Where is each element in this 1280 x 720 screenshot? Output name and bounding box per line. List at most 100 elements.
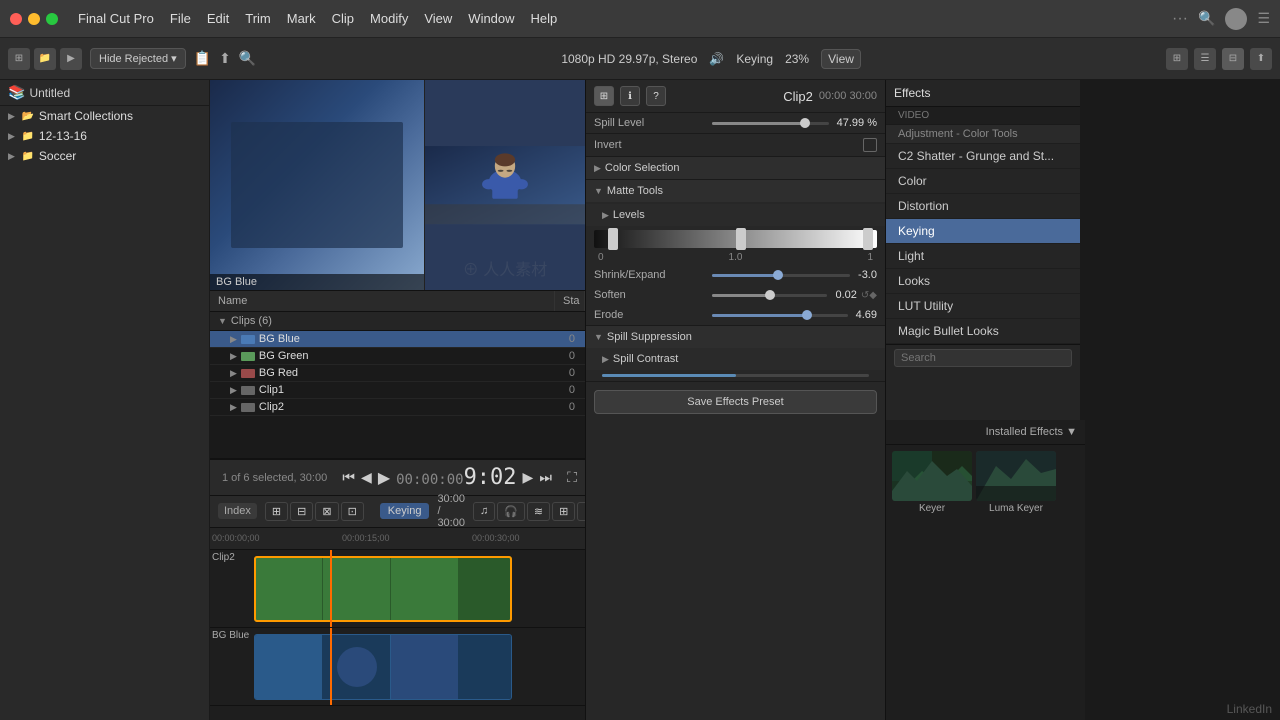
thumb-luma-keyer[interactable]: Luma Keyer [976,451,1056,514]
matte-tools-header[interactable]: ▼ Matte Tools [586,180,885,202]
spill-level-slider[interactable] [712,122,829,125]
library-icon[interactable]: ⊞ [8,48,30,70]
inspector-tab-properties[interactable]: ⊞ [594,86,614,106]
menu-finalcutpro[interactable]: Final Cut Pro [78,11,154,26]
expand-icon[interactable]: ▶ [230,368,237,379]
menu-help[interactable]: Help [531,11,558,26]
menu-view[interactable]: View [424,11,452,26]
clip-row-clip2[interactable]: ▶ Clip2 0 [210,399,585,416]
view-btn[interactable]: View [821,49,861,69]
headphone-btn[interactable]: 🎧 [497,502,525,521]
shrink-expand-slider[interactable] [712,274,850,277]
effects-item-keying[interactable]: Keying [886,219,1080,244]
share-icon[interactable]: ⬆ [219,50,231,67]
clip-icon[interactable]: 📋 [194,50,211,67]
spill-contrast-slider[interactable] [602,374,869,377]
effects-item-c2shatter[interactable]: C2 Shatter - Grunge and St... [886,144,1080,169]
search-icon[interactable]: 🔍 [1198,10,1215,27]
sidebar-item-smart-collections[interactable]: ▶ 📂 Smart Collections [0,106,209,126]
preview-top: BG Blue [210,80,585,291]
installed-effects-label[interactable]: Installed Effects ▼ [886,420,1085,445]
fullscreen-btn[interactable]: ⛶ [567,469,577,486]
thumb-keyer[interactable]: Keyer [892,451,972,514]
go-start-btn[interactable]: ⏮ [342,469,355,486]
clip-row-clip1[interactable]: ▶ Clip1 0 [210,382,585,399]
go-end-btn[interactable]: ⏭ [539,469,552,486]
menu-clip[interactable]: Clip [332,11,354,26]
effects-item-looks[interactable]: Looks [886,269,1080,294]
maximize-button[interactable] [46,13,58,25]
color-selection-header[interactable]: ▶ Color Selection [586,157,885,179]
index-btn[interactable]: Index [218,503,257,519]
minimize-button[interactable] [28,13,40,25]
levels-handle-mid[interactable] [736,228,746,250]
waveform-btn[interactable]: ≋ [527,502,550,521]
menu-edit[interactable]: Edit [207,11,229,26]
soften-reset-icon[interactable]: ↺ [861,290,869,301]
grid-icon[interactable]: ⊞ [1166,48,1188,70]
menu-window[interactable]: Window [468,11,514,26]
effects-item-lututility[interactable]: LUT Utility [886,294,1080,319]
snapping-btn[interactable]: ⊡ [577,502,585,521]
bgblue-block[interactable] [254,634,512,700]
export-icon[interactable]: ⬆ [1250,48,1272,70]
prev-frame-btn[interactable]: ◀ [361,469,372,486]
timeline-zoom-btn[interactable]: ⊡ [341,502,364,521]
close-button[interactable] [10,13,22,25]
save-effects-preset-btn[interactable]: Save Effects Preset [594,390,877,414]
erode-slider[interactable] [712,314,848,317]
video-category-label: VIDEO [886,107,1080,125]
clip2-block[interactable] [254,556,512,622]
keyer-label: Keyer [919,503,945,514]
timeline-view-btn3[interactable]: ⊠ [315,502,338,521]
expand-icon[interactable]: ▶ [230,351,237,362]
soften-keyframe-icon[interactable]: ◆ [869,290,877,301]
next-frame-btn[interactable]: ▶ [523,469,534,486]
expand-icon[interactable]: ▶ [230,334,237,345]
play-btn[interactable]: ▶ [378,468,390,488]
inspector-tab-info[interactable]: ℹ [620,86,640,106]
hide-rejected-btn[interactable]: Hide Rejected ▾ [90,48,186,69]
levels-header[interactable]: ▶ Levels [586,204,885,226]
effects-item-adjustment[interactable]: Adjustment - Color Tools [886,125,1080,144]
timeline-view-btn1[interactable]: ⊞ [265,502,288,521]
ruler-tick-1: 00:00:15;00 [342,533,472,543]
menu-modify[interactable]: Modify [370,11,408,26]
effects-search-input[interactable] [894,349,1072,367]
menu-trim[interactable]: Trim [245,11,271,26]
more-icon[interactable]: ··· [1172,10,1188,28]
soften-slider[interactable] [712,294,827,297]
audio-btn[interactable]: ♫ [473,502,495,521]
timeline-view-btn2[interactable]: ⊟ [290,502,313,521]
invert-checkbox[interactable] [863,138,877,152]
menu-file[interactable]: File [170,11,191,26]
list-view-icon[interactable]: ☰ [1194,48,1216,70]
clip-row-bggreen[interactable]: ▶ BG Green 0 [210,348,585,365]
zoom-label[interactable]: 23% [785,52,809,66]
sidebar-item-12-13-16[interactable]: ▶ 📁 12-13-16 [0,126,209,146]
panel-icon[interactable]: ⊟ [1222,48,1244,70]
media-icon[interactable]: ▶ [60,48,82,70]
effects-item-light[interactable]: Light [886,244,1080,269]
menu-mark[interactable]: Mark [287,11,316,26]
skimmer-btn[interactable]: ⊞ [552,502,575,521]
list-icon[interactable]: ☰ [1257,10,1270,27]
effects-item-color[interactable]: Color [886,169,1080,194]
inspector-tab-share[interactable]: ? [646,86,666,106]
search-toolbar-icon[interactable]: 🔍 [239,50,256,67]
account-icon[interactable] [1225,8,1247,30]
effects-item-distortion[interactable]: Distortion [886,194,1080,219]
sidebar-item-soccer[interactable]: ▶ 📁 Soccer [0,146,209,166]
event-icon[interactable]: 📁 [34,48,56,70]
clips-section-arrow[interactable]: ▼ [218,316,227,326]
expand-icon[interactable]: ▶ [230,385,237,396]
expand-icon[interactable]: ▶ [230,402,237,413]
spill-suppression-header[interactable]: ▼ Spill Suppression [586,326,885,348]
levels-handle-left[interactable] [608,228,618,250]
spill-contrast-header[interactable]: ▶ Spill Contrast [586,348,885,370]
effects-right-panel: Effects VIDEO Adjustment - Color Tools C… [885,80,1280,720]
effects-item-magicbullet[interactable]: Magic Bullet Looks [886,319,1080,344]
levels-handle-right[interactable] [863,228,873,250]
clip-row-bgblue[interactable]: ▶ BG Blue 0 [210,331,585,348]
clip-row-bgred[interactable]: ▶ BG Red 0 [210,365,585,382]
